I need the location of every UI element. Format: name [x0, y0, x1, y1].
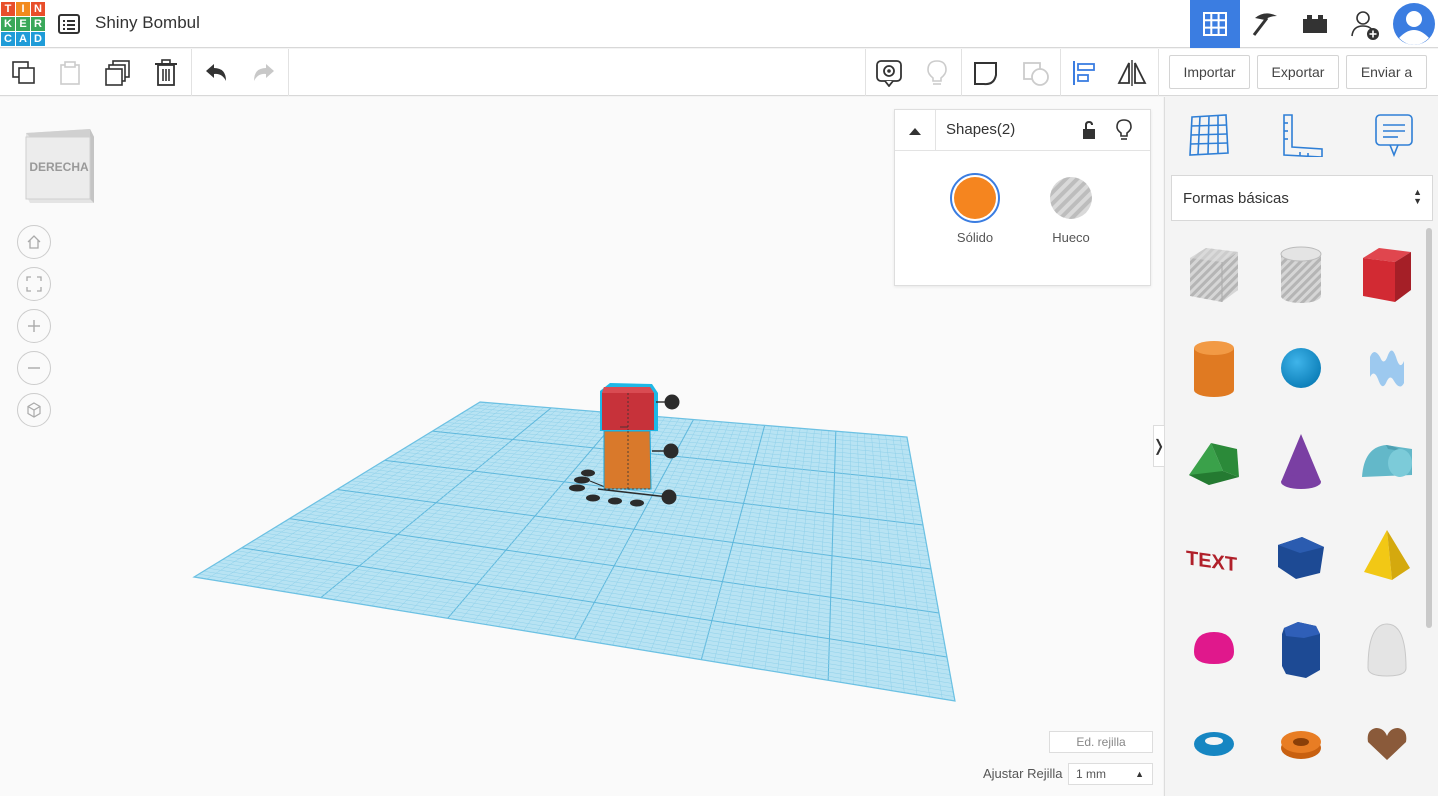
hole-swatch[interactable]	[1046, 173, 1096, 223]
user-avatar[interactable]	[1390, 0, 1438, 48]
snap-grid-label: Ajustar Rejilla	[983, 766, 1063, 781]
tube-shape[interactable]	[1266, 709, 1336, 779]
mirror-icon[interactable]	[1108, 49, 1156, 96]
shapes-grid: TEXT	[1171, 227, 1423, 796]
half-sphere-shape[interactable]	[1179, 615, 1249, 685]
3d-design-view-icon[interactable]	[1190, 0, 1240, 48]
workplane-icon[interactable]	[1184, 111, 1232, 159]
send-to-button[interactable]: Enviar a	[1346, 55, 1427, 89]
shape-library-value: Formas básicas	[1183, 189, 1289, 207]
logo-letter: C	[1, 32, 15, 46]
redo-icon[interactable]	[240, 49, 288, 96]
view-cube[interactable]: DERECHA	[20, 125, 98, 210]
hole-label: Hueco	[1052, 230, 1090, 245]
import-button[interactable]: Importar	[1169, 55, 1250, 89]
inspector-title: Shapes(2)	[946, 121, 1016, 138]
group-icon[interactable]	[962, 49, 1010, 96]
shape-library-select[interactable]: Formas básicas ▲ ▼	[1171, 175, 1433, 221]
sidebar-scrollbar[interactable]	[1426, 228, 1432, 628]
perspective-toggle-button[interactable]	[17, 393, 51, 427]
scribble-shape[interactable]	[1352, 333, 1422, 403]
logo-letter: T	[1, 2, 15, 16]
zoom-out-button[interactable]	[17, 351, 51, 385]
copy-icon[interactable]	[0, 49, 48, 96]
logo-letter: I	[16, 2, 30, 16]
caret-up-icon: ▲	[1135, 769, 1144, 779]
zoom-in-button[interactable]	[17, 309, 51, 343]
collapse-panel-icon[interactable]	[895, 110, 936, 151]
round-roof-shape[interactable]	[1352, 427, 1422, 497]
box-shape[interactable]	[1352, 239, 1422, 309]
view-cube-face-label: DERECHA	[29, 160, 89, 174]
edit-toolbar: Importar Exportar Enviar a	[0, 49, 1438, 96]
prism-shape[interactable]	[1266, 521, 1336, 591]
pyramid-shape[interactable]	[1352, 521, 1422, 591]
logo-letter: K	[1, 17, 15, 31]
export-button[interactable]: Exportar	[1257, 55, 1339, 89]
tinkercad-logo[interactable]: T I N K E R C A D	[1, 2, 45, 46]
lightbulb-icon[interactable]	[913, 49, 961, 96]
cone-shape[interactable]	[1266, 427, 1336, 497]
box-hole-shape[interactable]	[1179, 239, 1249, 309]
ruler-icon[interactable]	[1278, 111, 1326, 159]
ungroup-icon[interactable]	[1012, 49, 1060, 96]
edit-grid-button[interactable]: Ed. rejilla	[1049, 731, 1153, 753]
cylinder-hole-shape[interactable]	[1266, 239, 1336, 309]
notes-icon[interactable]	[865, 49, 913, 96]
add-user-icon[interactable]	[1340, 0, 1390, 48]
shapes-sidebar: Formas básicas ▲ ▼ TEXT	[1164, 97, 1438, 796]
logo-letter: D	[31, 32, 45, 46]
design-list-icon[interactable]	[57, 12, 81, 36]
fit-view-button[interactable]	[17, 267, 51, 301]
polygon-shape[interactable]	[1266, 615, 1336, 685]
red-box-shape[interactable]	[600, 383, 658, 431]
duplicate-icon[interactable]	[94, 49, 142, 96]
torus-shape[interactable]	[1179, 709, 1249, 779]
undo-icon[interactable]	[192, 49, 240, 96]
cylinder-shape[interactable]	[1179, 333, 1249, 403]
workplane-viewport[interactable]: DERECHA Shapes(2) Sólido Hueco ❭ Ed. rej…	[0, 97, 1166, 796]
solid-color-fill	[954, 177, 996, 219]
select-arrows-icon: ▲ ▼	[1413, 187, 1422, 206]
paste-icon[interactable]	[46, 49, 94, 96]
snap-grid-value: 1 mm	[1076, 767, 1106, 781]
top-bar: T I N K E R C A D Shiny Bombul	[0, 0, 1438, 48]
notes-tool-icon[interactable]	[1370, 111, 1418, 159]
solid-label: Sólido	[956, 230, 994, 245]
logo-letter: E	[16, 17, 30, 31]
sphere-shape[interactable]	[1266, 333, 1336, 403]
logo-letter: R	[31, 17, 45, 31]
heart-shape[interactable]	[1352, 709, 1422, 779]
home-view-button[interactable]	[17, 225, 51, 259]
logo-letter: N	[31, 2, 45, 16]
snap-grid-select[interactable]: 1 mm ▲	[1068, 763, 1153, 785]
visibility-bulb-icon[interactable]	[1115, 118, 1133, 147]
shape-inspector-panel: Shapes(2) Sólido Hueco	[894, 109, 1151, 286]
project-title[interactable]: Shiny Bombul	[95, 13, 200, 33]
paraboloid-shape[interactable]	[1352, 615, 1422, 685]
orange-box-shape[interactable]	[603, 430, 652, 490]
solid-color-swatch[interactable]	[950, 173, 1000, 223]
align-icon[interactable]	[1060, 49, 1108, 96]
logo-letter: A	[16, 32, 30, 46]
delete-icon[interactable]	[142, 49, 190, 96]
roof-shape[interactable]	[1179, 427, 1249, 497]
lock-icon[interactable]	[1081, 120, 1097, 145]
bricks-icon[interactable]	[1290, 0, 1340, 48]
pickaxe-icon[interactable]	[1240, 0, 1290, 48]
svg-text:TEXT: TEXT	[1186, 547, 1238, 576]
text-shape[interactable]: TEXT	[1179, 521, 1249, 591]
